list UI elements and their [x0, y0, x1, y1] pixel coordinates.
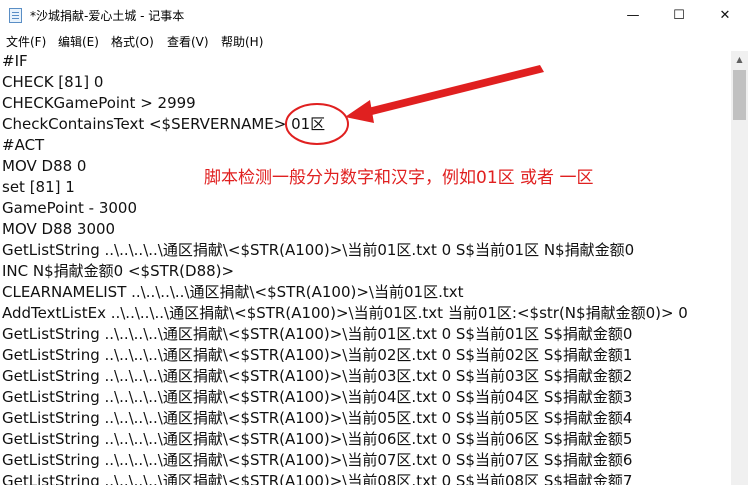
menu-format[interactable]: 格式(O): [111, 33, 154, 50]
editor-line: #IF: [2, 52, 28, 70]
menu-bar: 文件(F) 编辑(E) 格式(O) 查看(V) 帮助(H): [0, 31, 748, 51]
editor-line: CHECKGamePoint > 2999: [2, 94, 196, 112]
menu-view[interactable]: 查看(V): [167, 33, 209, 50]
editor-line: CheckContainsText <$SERVERNAME> 01区: [2, 115, 326, 133]
editor-line: set [81] 1: [2, 178, 75, 196]
notepad-app-icon: [9, 8, 22, 23]
window-title: *沙城捐献-爱心土城 - 记事本: [30, 9, 185, 23]
editor-line: #ACT: [2, 136, 45, 154]
editor-line: INC N$捐献金额0 <$STR(D88)>: [2, 262, 235, 280]
minimize-button[interactable]: —: [610, 0, 656, 31]
editor-line: AddTextListEx ..\..\..\..\通区捐献\<$STR(A10…: [2, 304, 688, 322]
editor-line: GetListString ..\..\..\..\通区捐献\<$STR(A10…: [2, 472, 633, 485]
editor-line: CHECK [81] 0: [2, 73, 104, 91]
editor-line: GetListString ..\..\..\..\通区捐献\<$STR(A10…: [2, 241, 635, 259]
maximize-button[interactable]: ☐: [656, 0, 702, 31]
editor-line: GetListString ..\..\..\..\通区捐献\<$STR(A10…: [2, 325, 633, 343]
vertical-scrollbar[interactable]: ▲: [731, 51, 748, 485]
close-button[interactable]: ✕: [702, 0, 748, 31]
scroll-up-arrow-icon[interactable]: ▲: [731, 51, 748, 68]
editor-line: GetListString ..\..\..\..\通区捐献\<$STR(A10…: [2, 346, 633, 364]
editor-line: GetListString ..\..\..\..\通区捐献\<$STR(A10…: [2, 409, 633, 427]
editor-line: CLEARNAMELIST ..\..\..\..\通区捐献\<$STR(A10…: [2, 283, 464, 301]
editor-line: GamePoint - 3000: [2, 199, 138, 217]
editor-line: GetListString ..\..\..\..\通区捐献\<$STR(A10…: [2, 388, 633, 406]
editor-line: GetListString ..\..\..\..\通区捐献\<$STR(A10…: [2, 367, 633, 385]
annotation-note: 脚本检测一般分为数字和汉字，例如01区 或者 一区: [204, 168, 594, 188]
editor-line: MOV D88 0: [2, 157, 87, 175]
editor-line: MOV D88 3000: [2, 220, 116, 238]
menu-help[interactable]: 帮助(H): [221, 33, 263, 50]
scrollbar-thumb[interactable]: [733, 70, 746, 120]
editor-line: GetListString ..\..\..\..\通区捐献\<$STR(A10…: [2, 451, 633, 469]
text-editor[interactable]: #IF CHECK [81] 0 CHECKGamePoint > 2999 C…: [0, 51, 731, 485]
menu-edit[interactable]: 编辑(E): [58, 33, 99, 50]
menu-file[interactable]: 文件(F): [6, 33, 46, 50]
title-bar: *沙城捐献-爱心土城 - 记事本 — ☐ ✕: [0, 0, 748, 31]
editor-line: GetListString ..\..\..\..\通区捐献\<$STR(A10…: [2, 430, 633, 448]
